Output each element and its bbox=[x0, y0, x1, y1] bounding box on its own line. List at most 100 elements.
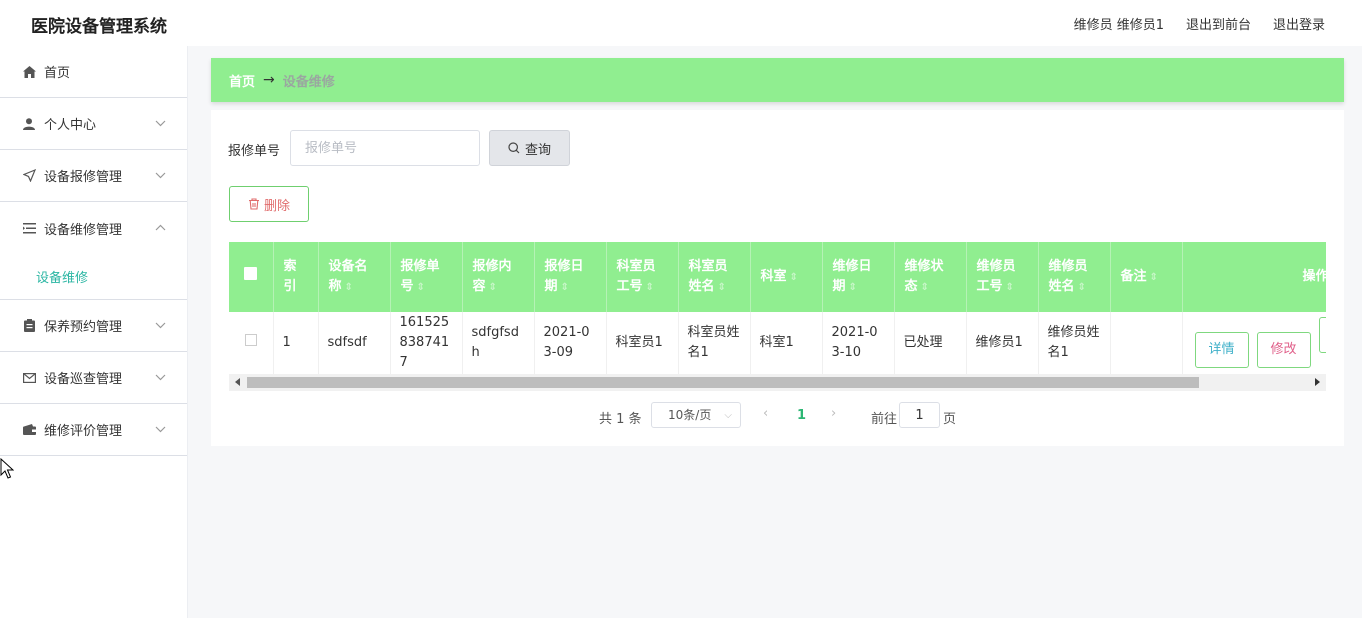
select-all-checkbox[interactable] bbox=[244, 267, 258, 280]
sidebar-item-label: 维修评价管理 bbox=[44, 424, 123, 439]
row-select-cell bbox=[229, 312, 274, 375]
page-size-select[interactable]: 10条/页 ⌵ bbox=[651, 402, 741, 428]
user-icon bbox=[22, 117, 36, 131]
breadcrumb-arrow: → bbox=[263, 72, 275, 88]
wallet-icon bbox=[22, 423, 36, 437]
sidebar-item-personal-center[interactable]: 个人中心 bbox=[0, 98, 187, 150]
scroll-left-arrow-icon[interactable] bbox=[235, 378, 240, 386]
sort-icon: ⇕ bbox=[416, 281, 425, 293]
chevron-down-icon bbox=[155, 168, 167, 180]
chevron-down-icon bbox=[155, 422, 167, 434]
column-header[interactable]: 维修状态 ⇕ bbox=[894, 242, 967, 312]
column-header[interactable]: 维修员工号 ⇕ bbox=[966, 242, 1039, 312]
breadcrumb-home-link[interactable]: 首页 bbox=[229, 71, 255, 90]
send-icon bbox=[22, 169, 36, 183]
data-table: 索引 设备名称 ⇕ 报修单号 ⇕ 报修内容 ⇕ 报修日期 ⇕ 科室员工号 ⇕ 科室员姓名 ⇕… bbox=[229, 242, 1326, 392]
column-header[interactable]: 科室 ⇕ bbox=[750, 242, 823, 312]
page-number-current[interactable]: 1 bbox=[797, 408, 806, 423]
list-icon bbox=[22, 221, 36, 235]
content-panel: 报修单号 查询 删除 索引 设备名称⇕ 报修单号⇕ 报修内容⇕ 报修日期⇕ 科室… bbox=[211, 110, 1344, 446]
column-header[interactable]: 报修内容 ⇕ bbox=[462, 242, 535, 312]
sidebar-item-inspection[interactable]: 设备巡查管理 bbox=[0, 352, 187, 404]
column-header: 操作 bbox=[1182, 242, 1326, 312]
cell-dept-staff-name: 科室员姓名1 bbox=[678, 312, 751, 375]
sort-icon: ⇕ bbox=[1077, 281, 1086, 293]
back-to-front-link[interactable]: 退出到前台 bbox=[1186, 14, 1251, 33]
scrollbar-thumb[interactable] bbox=[247, 377, 1199, 388]
column-header[interactable]: 报修日期 ⇕ bbox=[534, 242, 607, 312]
sidebar-item-label: 设备维修管理 bbox=[44, 222, 123, 238]
search-icon bbox=[508, 142, 520, 154]
edit-button[interactable]: 修改 bbox=[1256, 332, 1311, 369]
prev-page-icon[interactable]: ‹ bbox=[763, 406, 768, 421]
table-horizontal-scrollbar[interactable] bbox=[229, 374, 1326, 391]
sidebar-item-label: 个人中心 bbox=[44, 118, 97, 133]
table-row: 1 sdfsdf 1615258387417 sdfgfsdh 2021-03-… bbox=[229, 312, 1326, 375]
sidebar-item-evaluation[interactable]: 维修评价管理 bbox=[0, 404, 187, 456]
mouse-cursor-icon bbox=[0, 458, 14, 479]
sidebar-item-label: 设备报修管理 bbox=[44, 170, 123, 185]
search-button-label: 查询 bbox=[524, 142, 551, 158]
column-header[interactable]: 设备名称 ⇕ bbox=[318, 242, 391, 312]
cell-maint-staff-no: 维修员1 bbox=[966, 312, 1039, 375]
column-header[interactable]: 科室员姓名 ⇕ bbox=[678, 242, 751, 312]
column-header[interactable]: 备注 ⇕ bbox=[1110, 242, 1183, 312]
sidebar-item-label: 保养预约管理 bbox=[44, 320, 123, 335]
sidebar-subitem-label[interactable]: 设备维修 bbox=[36, 267, 88, 286]
goto-label: 前往 bbox=[871, 412, 898, 427]
sidebar-item-maintenance[interactable]: 设备维修管理 bbox=[0, 202, 187, 254]
sort-icon: ⇕ bbox=[1005, 281, 1014, 293]
more-action-button[interactable] bbox=[1318, 317, 1326, 354]
sidebar-item-maintenance-booking[interactable]: 保养预约管理 bbox=[0, 300, 187, 352]
sort-icon: ⇕ bbox=[789, 271, 798, 283]
logout-link[interactable]: 退出登录 bbox=[1273, 14, 1325, 33]
delete-button[interactable]: 删除 bbox=[229, 186, 309, 222]
cell-device-name: sdfsdf bbox=[318, 312, 391, 375]
sort-icon: ⇕ bbox=[848, 281, 857, 293]
column-header[interactable]: 维修日期 ⇕ bbox=[822, 242, 895, 312]
sort-icon: ⇕ bbox=[488, 281, 497, 293]
repair-no-search-input[interactable] bbox=[290, 130, 480, 166]
sort-icon: ⇕ bbox=[920, 281, 929, 293]
column-header: 索引 bbox=[273, 242, 319, 312]
sort-icon: ⇕ bbox=[1149, 271, 1158, 283]
top-links: 维修员 维修员1 退出到前台 退出登录 bbox=[1074, 14, 1325, 33]
cell-actions: 详情 修改 bbox=[1182, 312, 1326, 375]
pagination-total: 共 1 条 bbox=[599, 412, 642, 427]
sort-icon: ⇕ bbox=[344, 281, 353, 293]
page-size-value: 10条/页 bbox=[668, 408, 712, 422]
cell-maint-staff-name: 维修员姓名1 bbox=[1038, 312, 1111, 375]
chevron-down-icon: ⌵ bbox=[724, 410, 732, 421]
row-checkbox[interactable] bbox=[244, 333, 257, 346]
cell-repair-date: 2021-03-09 bbox=[534, 312, 607, 375]
chevron-up-icon bbox=[155, 220, 167, 232]
sidebar-item-repair-request[interactable]: 设备报修管理 bbox=[0, 150, 187, 202]
sort-icon: ⇕ bbox=[717, 281, 726, 293]
sidebar-item-label: 首页 bbox=[44, 66, 71, 81]
breadcrumb: 首页 → 设备维修 bbox=[211, 58, 1344, 102]
clipboard-icon bbox=[22, 319, 36, 333]
chevron-down-icon bbox=[155, 370, 167, 382]
sidebar: 首页 个人中心 设备报修管理 设备维修管理 设备维修 保养预约管理 设备巡查管理… bbox=[0, 46, 188, 618]
column-header[interactable]: 维修员姓名 ⇕ bbox=[1038, 242, 1111, 312]
cell-maint-date: 2021-03-10 bbox=[822, 312, 895, 375]
current-user-label: 维修员 维修员1 bbox=[1073, 18, 1164, 33]
cell-index: 1 bbox=[273, 312, 319, 375]
select-all-cell bbox=[229, 242, 274, 312]
breadcrumb-current: 设备维修 bbox=[282, 74, 335, 90]
page-unit-label: 页 bbox=[943, 412, 957, 427]
app-title: 医院设备管理系统 bbox=[31, 17, 167, 37]
chevron-down-icon bbox=[155, 116, 167, 128]
column-header[interactable]: 报修单号 ⇕ bbox=[390, 242, 463, 312]
mail-icon bbox=[22, 371, 36, 385]
scroll-right-arrow-icon[interactable] bbox=[1315, 378, 1320, 386]
detail-button[interactable]: 详情 bbox=[1194, 332, 1249, 369]
search-label: 报修单号 bbox=[228, 144, 281, 159]
next-page-icon[interactable]: › bbox=[831, 406, 836, 421]
column-header[interactable]: 科室员工号 ⇕ bbox=[606, 242, 679, 312]
sidebar-item-home[interactable]: 首页 bbox=[0, 46, 187, 98]
goto-page-input[interactable] bbox=[899, 402, 940, 428]
sidebar-subitem-device-repair[interactable]: 设备维修 bbox=[0, 254, 187, 300]
search-button[interactable]: 查询 bbox=[489, 130, 570, 166]
cell-remark bbox=[1110, 312, 1183, 375]
